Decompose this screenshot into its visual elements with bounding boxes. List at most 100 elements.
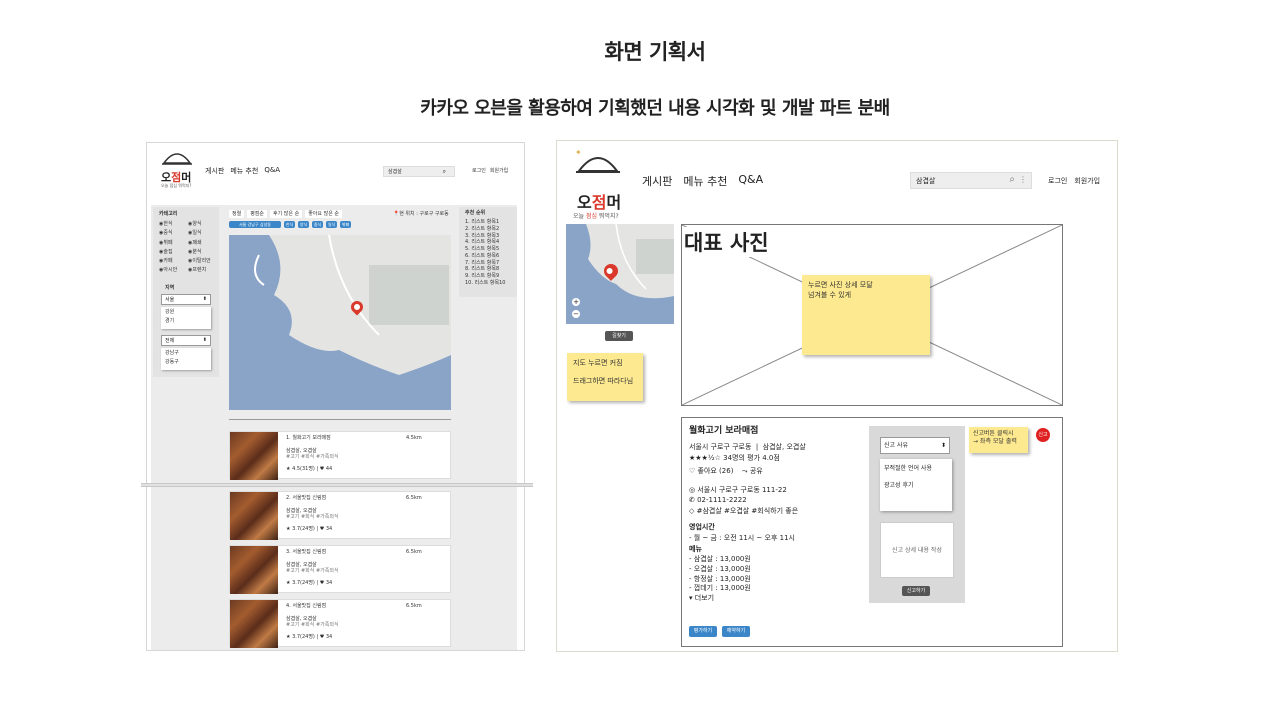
chip-category[interactable]: 뷔페 xyxy=(340,221,351,228)
like-button[interactable]: ♡ 좋아요 (26) xyxy=(689,466,733,476)
search-icon[interactable]: ⌕ xyxy=(443,168,446,176)
map-graphic xyxy=(566,224,674,324)
slide-subtitle: 카카오 오븐을 활용하여 기획했던 내용 시각화 및 개발 파트 분배 xyxy=(420,98,890,119)
menu-title: 메뉴 xyxy=(689,545,702,553)
chip-category[interactable]: 중식 xyxy=(312,221,323,228)
report-reason-select[interactable]: 신고 사유 ⬍ xyxy=(880,437,950,454)
nav-qna[interactable]: Q&A xyxy=(264,166,280,176)
chip-region[interactable]: 서울 강남구 삼성동 xyxy=(229,221,281,228)
region-option[interactable]: 경기 xyxy=(161,317,211,325)
sort-option[interactable]: 후기 많은 순 xyxy=(270,210,303,219)
more-vertical-icon[interactable]: ⋮ xyxy=(1019,175,1027,184)
cloche-icon: ✦ xyxy=(575,148,620,173)
region-chips: 서울 강남구 삼성동 한식 양식 중식 일식 뷔페 xyxy=(229,221,351,228)
mini-map[interactable]: + − xyxy=(566,224,674,324)
menu-item: - 삼겹살 : 13,000원 xyxy=(689,555,751,563)
category-item[interactable]: ◉아시안 xyxy=(159,267,188,273)
login-link[interactable]: 로그인 xyxy=(1048,176,1067,186)
report-reason-option[interactable]: 광고성 후기 xyxy=(880,474,952,495)
ranking-item[interactable]: 1. 리스트 항목1 xyxy=(465,219,506,226)
store-meta: 서울시 구로구 구로동 | 삼겹살, 오겹살 xyxy=(689,443,806,451)
ranking-item[interactable]: 5. 리스트 항목5 xyxy=(465,246,506,253)
report-submit-button[interactable]: 신고하기 xyxy=(902,586,930,596)
store-rating: ★★★½☆ 34명의 평가 4.0점 xyxy=(689,454,780,462)
result-item[interactable]: 4. 서울맛집 신림점 6.5km 삼겹살, 오겹살 #고기 #회식 #가족외식… xyxy=(229,599,451,648)
restaurant-photo xyxy=(230,546,278,594)
ranking-item[interactable]: 9. 리스트 항목9 xyxy=(465,273,506,280)
logo[interactable]: ✦ 오점머 오늘 점심 뭐먹지? xyxy=(571,145,631,220)
hours: - 월 ~ 금 : 오전 11시 ~ 오후 11시 xyxy=(689,534,795,542)
address: ◎ 서울시 구로구 구로동 111-22 xyxy=(689,486,787,494)
ranking-title: 추천 순위 xyxy=(465,210,486,216)
zoom-out-icon[interactable]: − xyxy=(572,310,580,318)
signup-link[interactable]: 회원가입 xyxy=(1074,176,1100,186)
ranking-item[interactable]: 10. 리스트 항목10 xyxy=(465,280,506,287)
result-item[interactable]: 3. 서울맛집 신림점 6.5km 삼겹살, 오겹살 #고기 #회식 #가족외식… xyxy=(229,545,451,594)
select-arrow-icon: ⬍ xyxy=(940,442,946,449)
category-title: 카테고리 xyxy=(159,211,178,217)
ranking-item[interactable]: 2. 리스트 항목2 xyxy=(465,226,506,233)
signup-link[interactable]: 회원가입 xyxy=(490,168,508,174)
category-item[interactable]: ◉일식 xyxy=(188,230,217,236)
district-option[interactable]: 강남구 xyxy=(161,348,211,358)
login-link[interactable]: 로그인 xyxy=(472,168,486,174)
chip-category[interactable]: 양식 xyxy=(298,221,309,228)
chip-category[interactable]: 한식 xyxy=(284,221,295,228)
sort-bar: 정렬 평점순 후기 많은 순 좋아요 많은 순 xyxy=(229,210,342,219)
sort-option[interactable]: 평점순 xyxy=(247,210,268,219)
category-item[interactable]: ◉카페 xyxy=(159,258,188,264)
left-mockup: 오점머 오늘 점심 뭐먹지? 게시판 메뉴 추천 Q&A 삼겹살 ⌕ 로그인 회… xyxy=(146,142,525,651)
region-select[interactable]: 서울 ⬍ xyxy=(161,294,211,305)
region-option[interactable]: 강원 xyxy=(161,307,211,317)
sticky-note-hero: 누르면 사진 상세 모달 넘겨볼 수 있게 xyxy=(802,275,930,355)
nav-menu-recommend[interactable]: 메뉴 추천 xyxy=(230,166,258,176)
nav-board[interactable]: 게시판 xyxy=(205,166,224,176)
share-button[interactable]: ⤳ 공유 xyxy=(742,466,763,476)
ranking-item[interactable]: 4. 리스트 항목4 xyxy=(465,239,506,246)
ranking-panel: 추천 순위 1. 리스트 항목1 2. 리스트 항목2 3. 리스트 항목3 4… xyxy=(459,207,517,297)
search-icon[interactable]: ⌕ xyxy=(1009,174,1015,185)
nav-menu-recommend[interactable]: 메뉴 추천 xyxy=(683,173,727,189)
district-select[interactable]: 전체 ⬍ xyxy=(161,335,211,346)
hero-photo[interactable]: 대표 사진 누르면 사진 상세 모달 넘겨볼 수 있게 xyxy=(681,224,1063,406)
directions-button[interactable]: 길찾기 xyxy=(605,331,633,341)
map-graphic xyxy=(229,235,451,410)
review-button[interactable]: 평가하기 xyxy=(689,626,717,637)
nav-qna[interactable]: Q&A xyxy=(738,173,763,189)
tag-icon: ◇ xyxy=(689,507,697,515)
category-item[interactable]: ◉양식 xyxy=(188,221,217,227)
right-mockup: ✦ 오점머 오늘 점심 뭐먹지? 게시판 메뉴 추천 Q&A 삼겹살 ⌕ ⋮ 로… xyxy=(556,140,1118,652)
category-item[interactable]: ◉중식 xyxy=(159,230,188,236)
more-link[interactable]: ▾ 더보기 xyxy=(689,594,751,604)
report-badge[interactable]: 신고 xyxy=(1036,428,1050,442)
logo[interactable]: 오점머 오늘 점심 뭐먹지? xyxy=(157,147,197,188)
chip-category[interactable]: 일식 xyxy=(326,221,337,228)
category-item[interactable]: ◉뷔페 xyxy=(159,240,188,246)
nav-board[interactable]: 게시판 xyxy=(642,173,672,189)
filter-sidebar: 카테고리 ◉한식 ◉양식 ◉중식 ◉일식 ◉뷔페 ◉패쇄 ◉술집 ◉분식 ◉카페… xyxy=(153,207,219,377)
map[interactable] xyxy=(229,235,451,410)
hero-label: 대표 사진 xyxy=(684,227,769,257)
category-item[interactable]: ◉프렌치 xyxy=(188,267,217,273)
report-reason-option[interactable]: 부적절한 언어 사용 xyxy=(880,459,952,474)
category-item[interactable]: ◉한식 xyxy=(159,221,188,227)
hours-title: 영업시간 xyxy=(689,523,715,531)
zoom-in-icon[interactable]: + xyxy=(572,298,580,306)
report-detail-textarea[interactable]: 신고 상세 내용 작성 xyxy=(880,522,954,578)
sort-option[interactable]: 좋아요 많은 순 xyxy=(305,210,342,219)
ranking-item[interactable]: 8. 리스트 항목8 xyxy=(465,266,506,273)
district-option[interactable]: 강동구 xyxy=(161,358,211,366)
page-cut-line xyxy=(141,483,533,487)
result-item[interactable]: 2. 서울맛집 신림점 6.5km 삼겹살, 오겹살 #고기 #회식 #가족외식… xyxy=(229,491,451,540)
category-item[interactable]: ◉이탈리안 xyxy=(188,258,217,264)
search-input[interactable]: 삼겹살 ⌕ xyxy=(383,166,455,177)
result-item[interactable]: 1. 월화고기 보라매점 4.5km 삼겹살, 오겹살 #고기 #회식 #가족외… xyxy=(229,431,451,480)
reserve-button[interactable]: 예약하기 xyxy=(722,626,750,637)
share-icon: ⤳ xyxy=(742,467,750,475)
tagline: 오늘 점심 뭐먹지? xyxy=(573,213,619,220)
category-item[interactable]: ◉술집 xyxy=(159,249,188,255)
category-item[interactable]: ◉분식 xyxy=(188,249,217,255)
category-item[interactable]: ◉패쇄 xyxy=(188,240,217,246)
search-input[interactable]: 삼겹살 ⌕ ⋮ xyxy=(910,172,1032,189)
ranking-item[interactable]: 6. 리스트 항목6 xyxy=(465,253,506,260)
